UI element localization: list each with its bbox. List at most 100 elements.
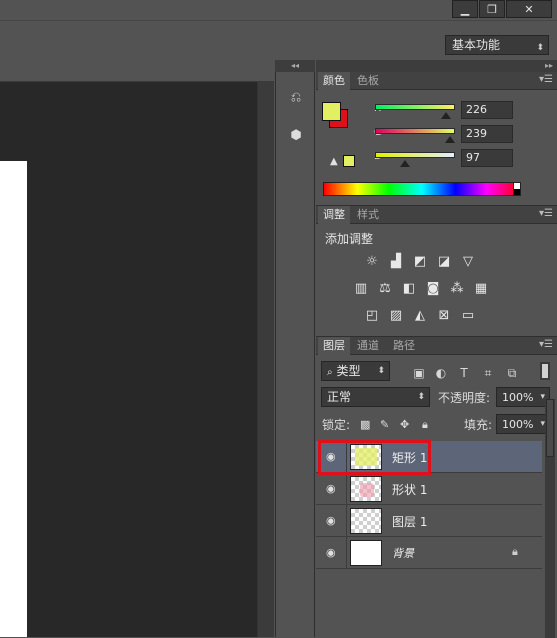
workspace-value: 基本功能 xyxy=(452,38,501,52)
canvas-document[interactable] xyxy=(0,161,27,637)
tab-layers[interactable]: 图层 xyxy=(318,337,350,355)
type-layer-filter-icon[interactable]: T xyxy=(456,365,472,381)
slider-track-b[interactable] xyxy=(375,152,455,158)
slider-track-g[interactable] xyxy=(375,128,455,134)
eye-icon[interactable]: ◉ xyxy=(326,546,336,559)
layers-panel: 图层 通道 路径 ▾☰ ⌕ 类型 ⬍ ▣ ◐ T ⌗ ⧉ 正常 ⬍ 不透明度: … xyxy=(316,336,557,638)
layers-scrollbar[interactable] xyxy=(545,399,555,638)
filter-toggle-switch[interactable] xyxy=(540,362,550,380)
collapse-strip-button[interactable]: ◂◂ xyxy=(275,60,315,72)
value-b[interactable]: 97 xyxy=(461,149,513,167)
hue-saturation-icon[interactable]: ▥ xyxy=(352,280,370,296)
shape-layer-filter-icon[interactable]: ⌗ xyxy=(480,365,496,381)
slider-thumb-g[interactable] xyxy=(444,136,455,143)
minimize-icon: ▁ xyxy=(460,2,470,16)
eye-icon[interactable]: ◉ xyxy=(326,482,336,495)
chevron-down-icon: ⬍ xyxy=(536,43,544,53)
panel-menu-icon[interactable]: ▾☰ xyxy=(539,208,553,219)
photo-filter-icon[interactable]: ◙ xyxy=(424,280,442,296)
scrollbar-thumb[interactable] xyxy=(546,399,554,457)
opacity-input[interactable]: 100% ▾ xyxy=(496,387,550,407)
lock-all-icon[interactable]: 🔒︎ xyxy=(422,418,428,432)
gradient-map-icon[interactable]: ▭ xyxy=(459,307,477,323)
expand-panels-button[interactable]: ▸▸ xyxy=(316,60,557,72)
panel-menu-icon[interactable]: ▾☰ xyxy=(539,74,553,85)
chevron-down-icon: ⬍ xyxy=(417,392,425,402)
tab-color[interactable]: 颜色 xyxy=(318,72,350,90)
layer-name[interactable]: 形状 1 xyxy=(392,481,427,498)
layer-filter-select[interactable]: ⌕ 类型 ⬍ xyxy=(321,361,390,381)
history-panel-button[interactable]: ⎌ xyxy=(284,86,308,108)
tab-channels[interactable]: 通道 xyxy=(352,337,384,355)
document-tab-bar xyxy=(0,64,274,82)
value-g[interactable]: 239 xyxy=(461,125,513,143)
color-spectrum-bar[interactable] xyxy=(323,182,521,196)
threshold-icon[interactable]: ◭ xyxy=(411,307,429,323)
fill-input[interactable]: 100% ▾ xyxy=(496,414,550,434)
canvas-area[interactable] xyxy=(0,82,257,637)
slider-track-r[interactable] xyxy=(375,104,455,110)
collapsed-panel-strip: ⎌ ⬢ xyxy=(275,72,315,637)
fill-value: 100% xyxy=(502,418,534,431)
eye-icon[interactable]: ◉ xyxy=(326,514,336,527)
layer-row[interactable]: ◉ 图层 1 xyxy=(316,505,542,537)
selection-highlight xyxy=(318,440,431,475)
gamut-color-swatch[interactable] xyxy=(343,155,355,167)
value-r[interactable]: 226 xyxy=(461,101,513,119)
vibrance-icon[interactable]: ▽ xyxy=(459,253,477,269)
properties-panel-button[interactable]: ⬢ xyxy=(284,124,308,146)
color-balance-icon[interactable]: ⚖ xyxy=(376,280,394,296)
minimize-button[interactable]: ▁ xyxy=(452,0,478,18)
chevron-down-icon: ⬍ xyxy=(377,366,385,376)
invert-icon[interactable]: ◰ xyxy=(363,307,381,323)
search-icon: ⌕ xyxy=(327,367,333,378)
fill-label: 填充: xyxy=(464,418,493,432)
workspace-select[interactable]: 基本功能 ⬍ xyxy=(445,35,549,55)
slider-thumb-b[interactable] xyxy=(400,160,411,167)
layer-name[interactable]: 图层 1 xyxy=(392,513,427,530)
opacity-value: 100% xyxy=(502,391,534,404)
adjustments-panel-tabs: 调整 样式 ▾☰ xyxy=(316,206,557,224)
blend-mode-select[interactable]: 正常 ⬍ xyxy=(321,387,430,407)
divider xyxy=(346,473,347,505)
tab-adjustments[interactable]: 调整 xyxy=(318,206,350,224)
layer-row[interactable]: ◉ 背景 🔒︎ xyxy=(316,537,542,569)
layer-row[interactable]: ◉ 形状 1 xyxy=(316,473,542,505)
brightness-contrast-icon[interactable]: ☼ xyxy=(363,253,381,269)
shape-preview xyxy=(360,483,374,497)
tab-styles[interactable]: 样式 xyxy=(352,206,384,224)
selective-color-icon[interactable]: ⊠ xyxy=(435,307,453,323)
color-panel-tabs: 颜色 色板 ▾☰ xyxy=(316,72,557,90)
posterize-icon[interactable]: ▨ xyxy=(387,307,405,323)
lock-position-icon[interactable]: ✥ xyxy=(400,418,409,431)
layer-name[interactable]: 背景 xyxy=(392,545,414,561)
tab-paths[interactable]: 路径 xyxy=(388,337,420,355)
layer-thumbnail xyxy=(350,508,382,534)
black-white-icon[interactable]: ◧ xyxy=(400,280,418,296)
channel-mixer-icon[interactable]: ⁂ xyxy=(448,280,466,296)
lock-icon: 🔒︎ xyxy=(512,545,518,558)
color-lookup-icon[interactable]: ▦ xyxy=(472,280,490,296)
restore-button[interactable]: ❐ xyxy=(479,0,505,18)
cube-icon: ⬢ xyxy=(290,127,302,143)
panel-menu-icon[interactable]: ▾☰ xyxy=(539,339,553,350)
lock-image-pixels-icon[interactable]: ✎ xyxy=(380,418,389,431)
slider-thumb-r[interactable] xyxy=(440,112,451,119)
tab-swatches[interactable]: 色板 xyxy=(352,72,384,90)
layer-filter-value: 类型 xyxy=(336,364,361,378)
levels-icon[interactable]: ▟ xyxy=(387,253,405,269)
lock-transparent-pixels-icon[interactable]: ▩ xyxy=(360,418,370,431)
out-of-gamut-warning-icon[interactable]: ▲ xyxy=(330,156,338,167)
restore-icon: ❐ xyxy=(487,2,497,16)
close-button[interactable]: ✕ xyxy=(506,0,552,18)
add-adjustment-title: 添加调整 xyxy=(325,232,374,246)
curves-icon[interactable]: ◩ xyxy=(411,253,429,269)
exposure-icon[interactable]: ◪ xyxy=(435,253,453,269)
smart-object-filter-icon[interactable]: ⧉ xyxy=(504,365,520,381)
layer-thumbnail xyxy=(350,540,382,566)
black-white-ramp[interactable] xyxy=(513,182,521,196)
document-scrollbar[interactable] xyxy=(257,82,274,637)
adjustment-layer-filter-icon[interactable]: ◐ xyxy=(433,365,449,381)
pixel-layer-filter-icon[interactable]: ▣ xyxy=(411,365,427,381)
foreground-color-swatch[interactable] xyxy=(322,102,341,121)
